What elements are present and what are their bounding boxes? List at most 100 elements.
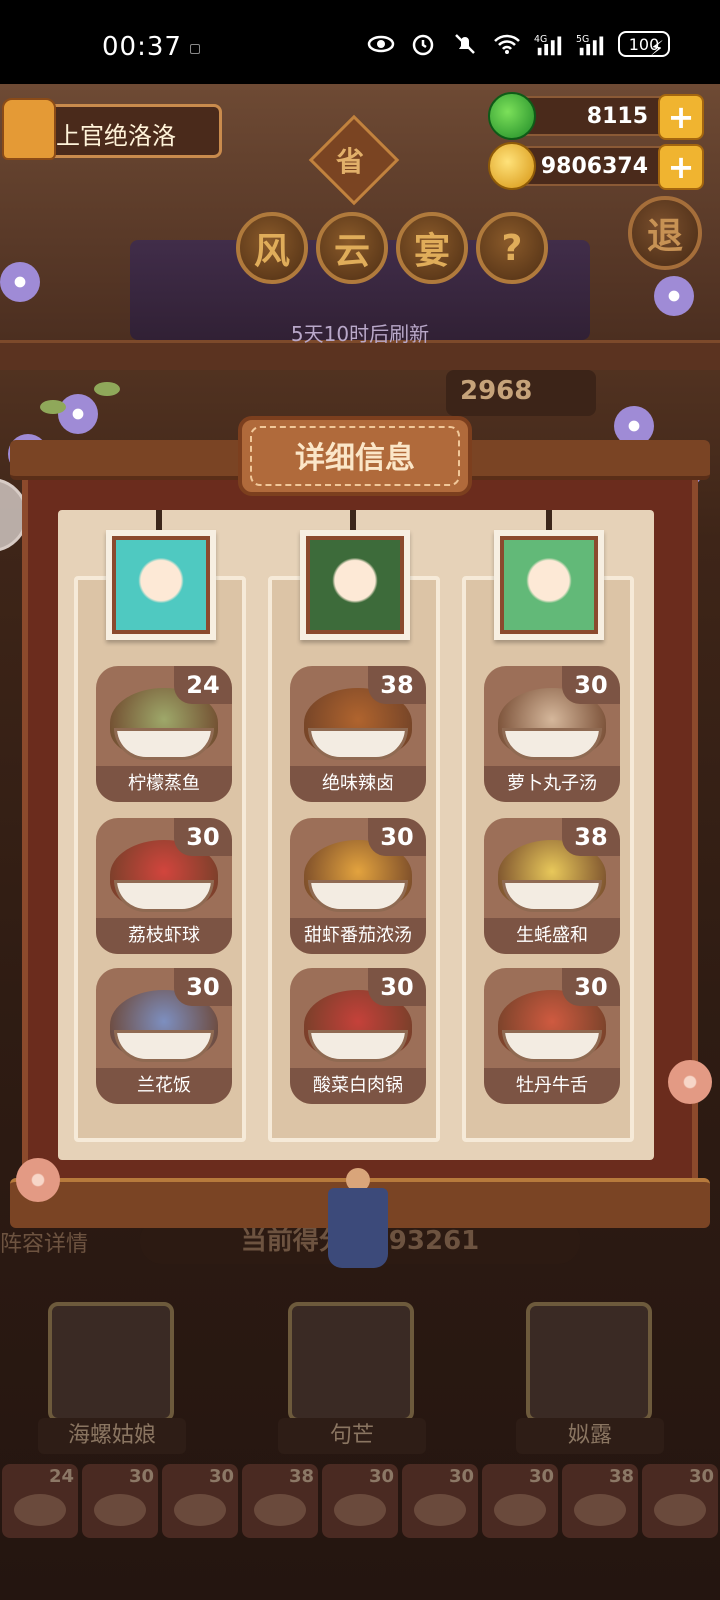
jade-currency: 8115 + [488,92,704,140]
jade-icon [488,92,536,140]
dish-slot-count: 24 [48,1466,74,1487]
dish-card[interactable]: 30 荔枝虾球 [96,818,232,954]
dish-slot-image [414,1494,466,1526]
title-char-1: 风 [236,212,308,284]
dish-plate [114,728,214,760]
blossom-decoration [668,1060,712,1104]
dish-slot-image [174,1494,226,1526]
dish-count: 38 [562,818,620,856]
dish-slot-image [94,1494,146,1526]
gold-amount: 9806374 [540,154,648,179]
dish-slot-image [494,1494,546,1526]
player-avatar[interactable] [2,98,56,160]
hero-photo-image [500,536,598,634]
dish-slot[interactable]: 30 [482,1464,558,1538]
hero-name-1: 海螺姑娘 [38,1418,186,1454]
dish-slot[interactable]: 30 [162,1464,238,1538]
score-background-text: 2968 [446,370,596,416]
dish-slot-count: 38 [288,1466,314,1487]
dish-card[interactable]: 30 兰花饭 [96,968,232,1104]
dish-card[interactable]: 30 甜虾番茄浓汤 [290,818,426,954]
notification-dot-icon [190,44,200,54]
help-button[interactable]: ? [476,212,548,284]
dish-plate [114,880,214,912]
dish-count: 30 [368,818,426,856]
lineup-details-label[interactable]: 阵容详情 [0,1226,88,1258]
dish-slot-image [14,1494,66,1526]
dish-name: 萝卜丸子汤 [484,766,620,802]
hero-portrait-2[interactable] [288,1302,414,1422]
dish-slot-count: 30 [368,1466,394,1487]
dish-card[interactable]: 24 柠檬蒸鱼 [96,666,232,802]
blossom-decoration [16,1158,60,1202]
gold-coin-icon [488,142,536,190]
refresh-timer: 5天10时后刷新 [290,322,430,346]
dish-name: 酸菜白肉锅 [290,1068,426,1104]
dish-name: 生蚝盛和 [484,918,620,954]
dish-card[interactable]: 38 绝味辣卤 [290,666,426,802]
hero-photo-2[interactable] [300,530,410,640]
dish-slot-count: 30 [448,1466,474,1487]
dish-count: 30 [562,968,620,1006]
dish-card[interactable]: 38 生蚝盛和 [484,818,620,954]
title-char-3: 宴 [396,212,468,284]
svg-text:5G: 5G [576,34,589,45]
dish-slot[interactable]: 30 [642,1464,718,1538]
hero-portrait-1[interactable] [48,1302,174,1422]
dish-count: 30 [368,968,426,1006]
dish-slot[interactable]: 30 [402,1464,478,1538]
dish-slot[interactable]: 24 [2,1464,78,1538]
dish-strip: 24 30 30 38 30 30 30 38 30 [0,1464,720,1544]
dish-card[interactable]: 30 萝卜丸子汤 [484,666,620,802]
jade-amount: 8115 [586,104,648,129]
dish-slot[interactable]: 38 [242,1464,318,1538]
dish-name: 兰花饭 [96,1068,232,1104]
mute-icon [450,30,480,58]
dish-name: 绝味辣卤 [290,766,426,802]
charging-icon: ⚡ [649,36,664,60]
dish-slot-count: 30 [208,1466,234,1487]
clock: 00:37 [102,32,182,62]
hero-photo-3[interactable] [494,530,604,640]
hero-portrait-3[interactable] [526,1302,652,1422]
dish-plate [114,1030,214,1062]
dish-slot-count: 30 [528,1466,554,1487]
hero-name-3: 姒露 [516,1418,664,1454]
hero-photo-1[interactable] [106,530,216,640]
dish-slot-count: 38 [608,1466,634,1487]
dish-count: 30 [174,968,232,1006]
flower-decoration [0,262,40,302]
dish-name: 荔枝虾球 [96,918,232,954]
dish-name: 牡丹牛舌 [484,1068,620,1104]
flower-decoration [58,394,98,434]
dish-slot-image [334,1494,386,1526]
dish-slot[interactable]: 38 [562,1464,638,1538]
svg-text:4G: 4G [534,34,547,45]
province-badge-label: 省 [336,145,365,178]
dish-plate [308,728,408,760]
add-gold-button[interactable]: + [658,144,704,190]
title-char-2: 云 [316,212,388,284]
close-panel-knot-button[interactable] [318,1168,398,1268]
dish-name: 柠檬蒸鱼 [96,766,232,802]
dish-slot-image [654,1494,706,1526]
add-jade-button[interactable]: + [658,94,704,140]
dish-card[interactable]: 30 牡丹牛舌 [484,968,620,1104]
panel-title: 详细信息 [295,441,415,476]
dish-slot[interactable]: 30 [322,1464,398,1538]
flower-decoration [654,276,694,316]
retreat-button[interactable]: 退 [628,196,702,270]
dish-slot[interactable]: 30 [82,1464,158,1538]
dish-card[interactable]: 30 酸菜白肉锅 [290,968,426,1104]
dish-count: 38 [368,666,426,704]
knot-tassel [328,1188,388,1268]
dish-name: 甜虾番茄浓汤 [290,918,426,954]
dish-count: 30 [174,818,232,856]
gold-currency: 9806374 + [488,142,704,190]
hero-name-2: 句芒 [278,1418,426,1454]
status-icons: 4G 5G 100 [366,30,670,58]
dish-plate [502,728,602,760]
dish-count: 30 [562,666,620,704]
signal-4g-icon: 4G [534,30,564,58]
player-name: 上官绝洛洛 [56,122,176,150]
